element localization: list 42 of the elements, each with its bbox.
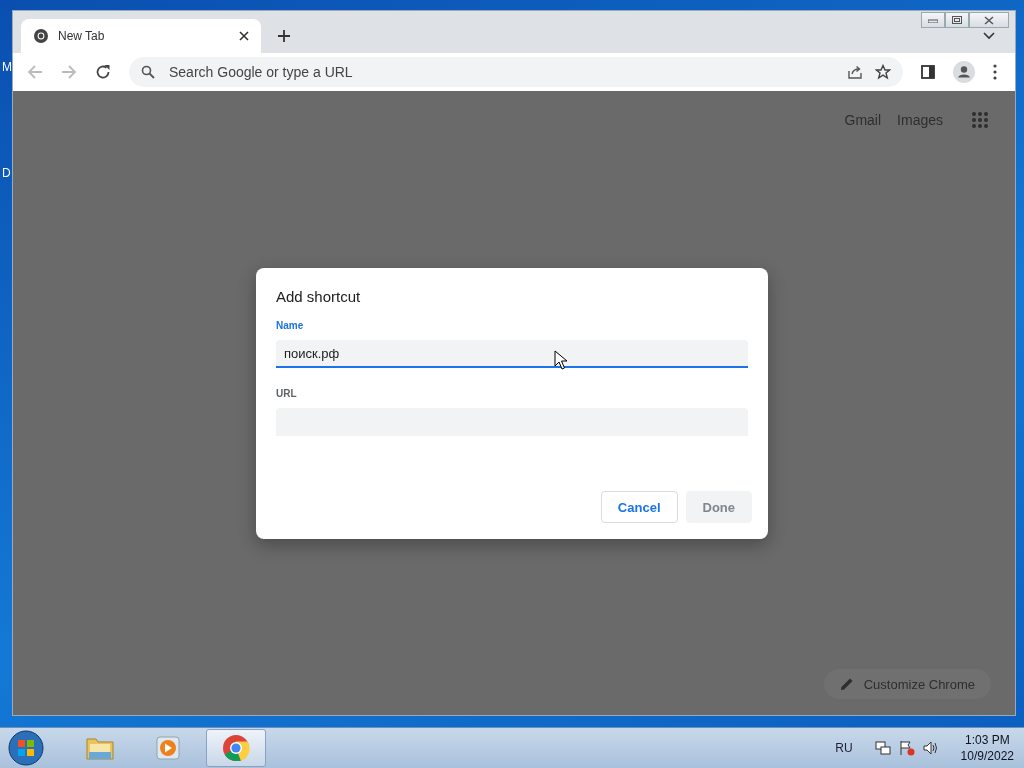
desktop-icon-label: M (2, 60, 12, 74)
play-icon (155, 735, 181, 761)
header-link[interactable]: Gmail (844, 112, 882, 128)
new-tab-icon[interactable] (277, 29, 291, 43)
speaker-icon[interactable] (922, 740, 939, 756)
desktop-icon-label: D (2, 166, 12, 180)
clock-date: 10/9/2022 (960, 749, 1014, 763)
clock-time: 1:03 PM (964, 733, 1010, 747)
chevron-down-icon[interactable] (983, 32, 995, 40)
chrome-logo-icon (222, 734, 250, 762)
maximize-button[interactable] (945, 12, 969, 28)
apps-grid-icon[interactable] (971, 111, 989, 129)
chrome-logo-icon (33, 28, 49, 44)
network-icon[interactable] (874, 740, 891, 756)
language-indicator[interactable]: RU (835, 741, 853, 755)
share-icon[interactable] (847, 64, 863, 80)
chrome-taskbar-button[interactable] (206, 729, 266, 767)
side-panel-icon[interactable] (921, 65, 935, 79)
customize-chrome-button[interactable]: Customize Chrome (823, 669, 991, 699)
field-label: URL (276, 388, 298, 399)
star-icon[interactable] (875, 64, 891, 80)
dialog-title: Add shortcut (276, 288, 362, 305)
profile-avatar-icon[interactable] (953, 61, 975, 83)
close-icon (984, 15, 994, 25)
field-label: Name (276, 320, 305, 331)
cancel-button[interactable]: Cancel (600, 491, 678, 523)
flag-icon[interactable] (898, 740, 915, 756)
close-button[interactable] (969, 12, 1009, 28)
browser-tab[interactable]: New Tab (21, 19, 261, 53)
clock[interactable]: 1:03 PM 10/9/2022 (960, 733, 1014, 763)
address-input[interactable]: Search Google or type a URL (167, 63, 471, 81)
close-tab-icon[interactable] (239, 31, 249, 41)
start-button[interactable] (8, 730, 44, 766)
search-icon (141, 65, 155, 79)
menu-icon[interactable] (993, 64, 997, 80)
mouse-cursor-icon (554, 350, 568, 370)
header-link[interactable]: Images (897, 112, 943, 128)
restore-icon (952, 16, 962, 24)
pencil-icon (839, 677, 854, 691)
minimize-icon (928, 17, 938, 23)
input-field[interactable]: поиск.рф (276, 340, 748, 368)
reload-icon[interactable] (95, 64, 111, 80)
